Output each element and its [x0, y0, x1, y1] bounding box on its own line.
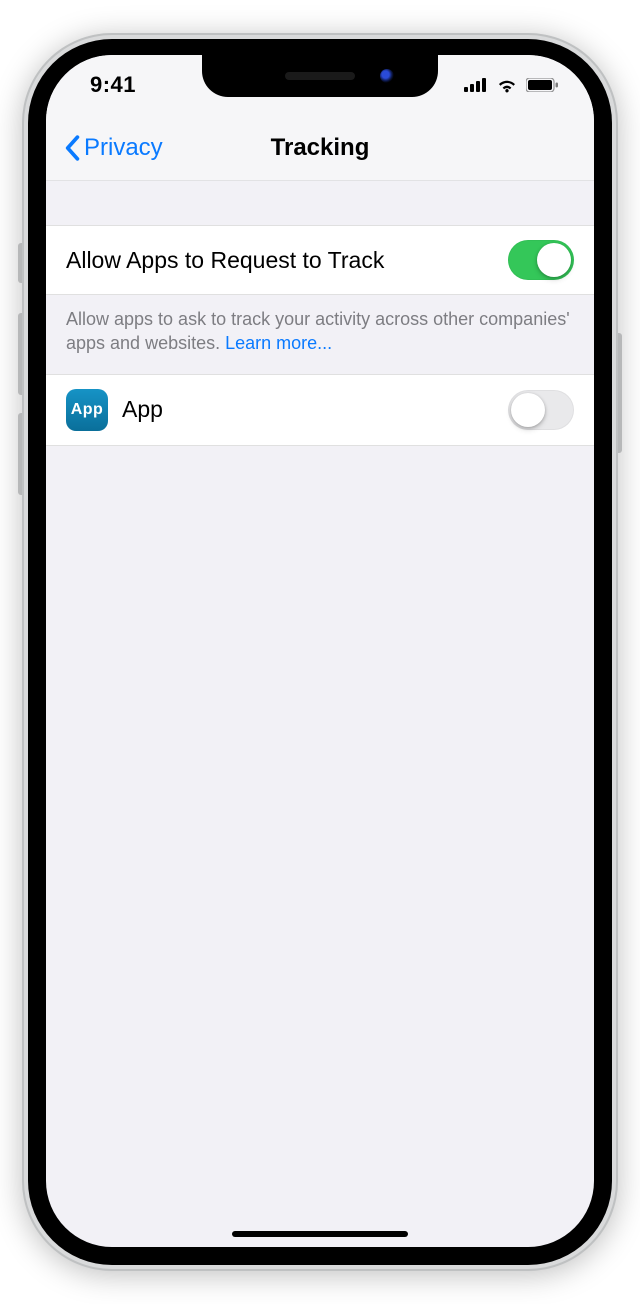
notch — [202, 55, 438, 97]
back-label: Privacy — [84, 134, 163, 162]
back-button[interactable]: Privacy — [64, 134, 163, 162]
chevron-left-icon — [64, 135, 80, 161]
front-camera — [380, 69, 394, 83]
allow-label: Allow Apps to Request to Track — [66, 247, 384, 274]
battery-icon — [526, 78, 558, 92]
silent-switch — [18, 243, 22, 283]
home-indicator[interactable] — [232, 1231, 408, 1237]
app-toggle[interactable] — [508, 390, 574, 430]
content: Allow Apps to Request to Track Allow app… — [46, 181, 594, 446]
app-icon: App — [66, 389, 108, 431]
navigation-bar: Privacy Tracking — [46, 115, 594, 181]
allow-toggle[interactable] — [508, 240, 574, 280]
side-button — [618, 333, 622, 453]
screen: 9:41 — [46, 55, 594, 1247]
cellular-signal-icon — [464, 78, 488, 92]
wifi-icon — [496, 77, 518, 93]
volume-up-button — [18, 313, 22, 395]
phone-frame: 9:41 — [22, 33, 618, 1271]
status-time: 9:41 — [90, 72, 136, 98]
volume-down-button — [18, 413, 22, 495]
earpiece-speaker — [285, 72, 355, 80]
app-label: App — [122, 396, 163, 423]
allow-apps-to-request-to-track-row: Allow Apps to Request to Track — [46, 225, 594, 295]
section-footer: Allow apps to ask to track your activity… — [46, 295, 594, 374]
app-tracking-row: App App — [46, 374, 594, 446]
learn-more-link[interactable]: Learn more... — [225, 333, 332, 353]
